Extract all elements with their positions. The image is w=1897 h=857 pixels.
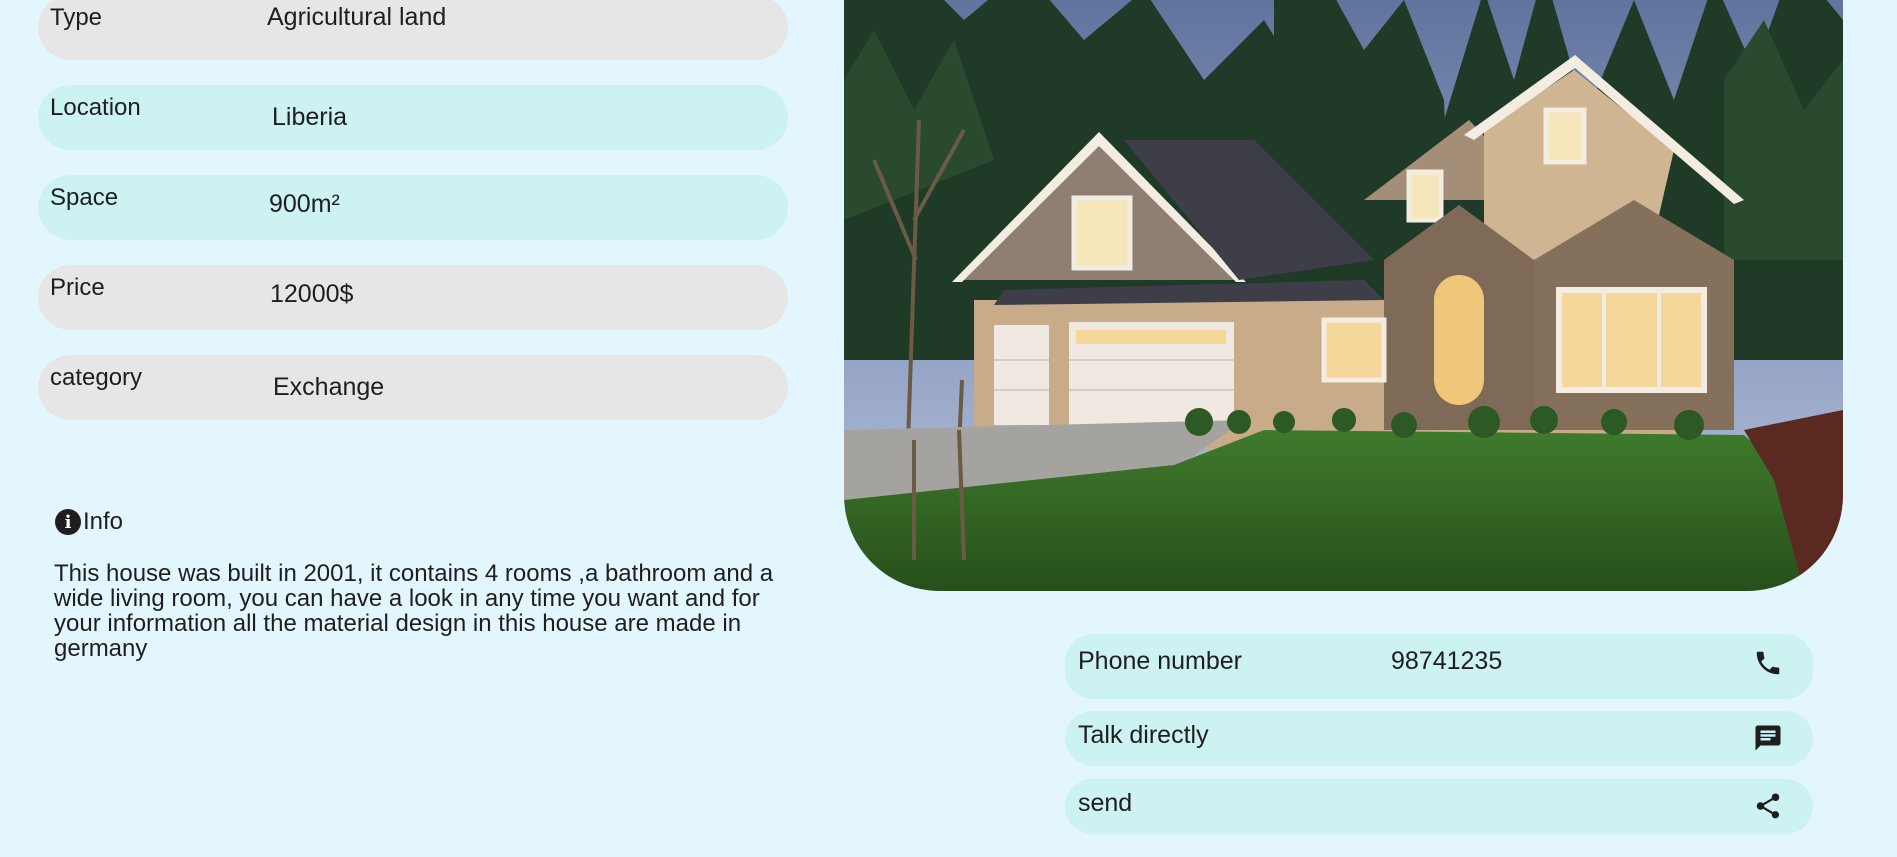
info-icon: i [55,509,81,535]
info-description: This house was built in 2001, it contain… [54,560,774,662]
detail-value-type: Agricultural land [267,3,447,31]
phone-number-row[interactable]: Phone number 98741235 [1065,634,1813,699]
detail-row-type: Type Agricultural land [38,0,788,60]
detail-value-space: 900m² [269,190,340,218]
detail-row-space: Space 900m² [38,175,788,240]
detail-row-location: Location Liberia [38,85,788,150]
info-header: i Info [55,508,123,536]
phone-number-label: Phone number [1078,647,1243,675]
share-icon[interactable] [1753,791,1783,821]
detail-label-location: Location [50,94,141,121]
phone-icon[interactable] [1753,648,1783,678]
detail-value-price: 12000$ [270,280,354,308]
send-label: send [1078,789,1133,817]
house-photo [844,0,1843,591]
property-detail-page: Type Agricultural land Location Liberia … [0,0,1897,857]
detail-value-category: Exchange [273,373,385,401]
chat-icon[interactable] [1753,723,1783,753]
detail-label-type: Type [50,4,103,31]
send-button[interactable]: send [1065,779,1813,834]
info-title: Info [83,508,124,535]
talk-directly-label: Talk directly [1078,721,1209,749]
detail-label-price: Price [50,274,105,301]
detail-label-category: category [50,364,143,391]
detail-label-space: Space [50,184,119,211]
detail-row-price: Price 12000$ [38,265,788,330]
detail-row-category: category Exchange [38,355,788,420]
detail-value-location: Liberia [272,103,348,131]
phone-number-value: 98741235 [1391,647,1503,675]
talk-directly-button[interactable]: Talk directly [1065,711,1813,766]
